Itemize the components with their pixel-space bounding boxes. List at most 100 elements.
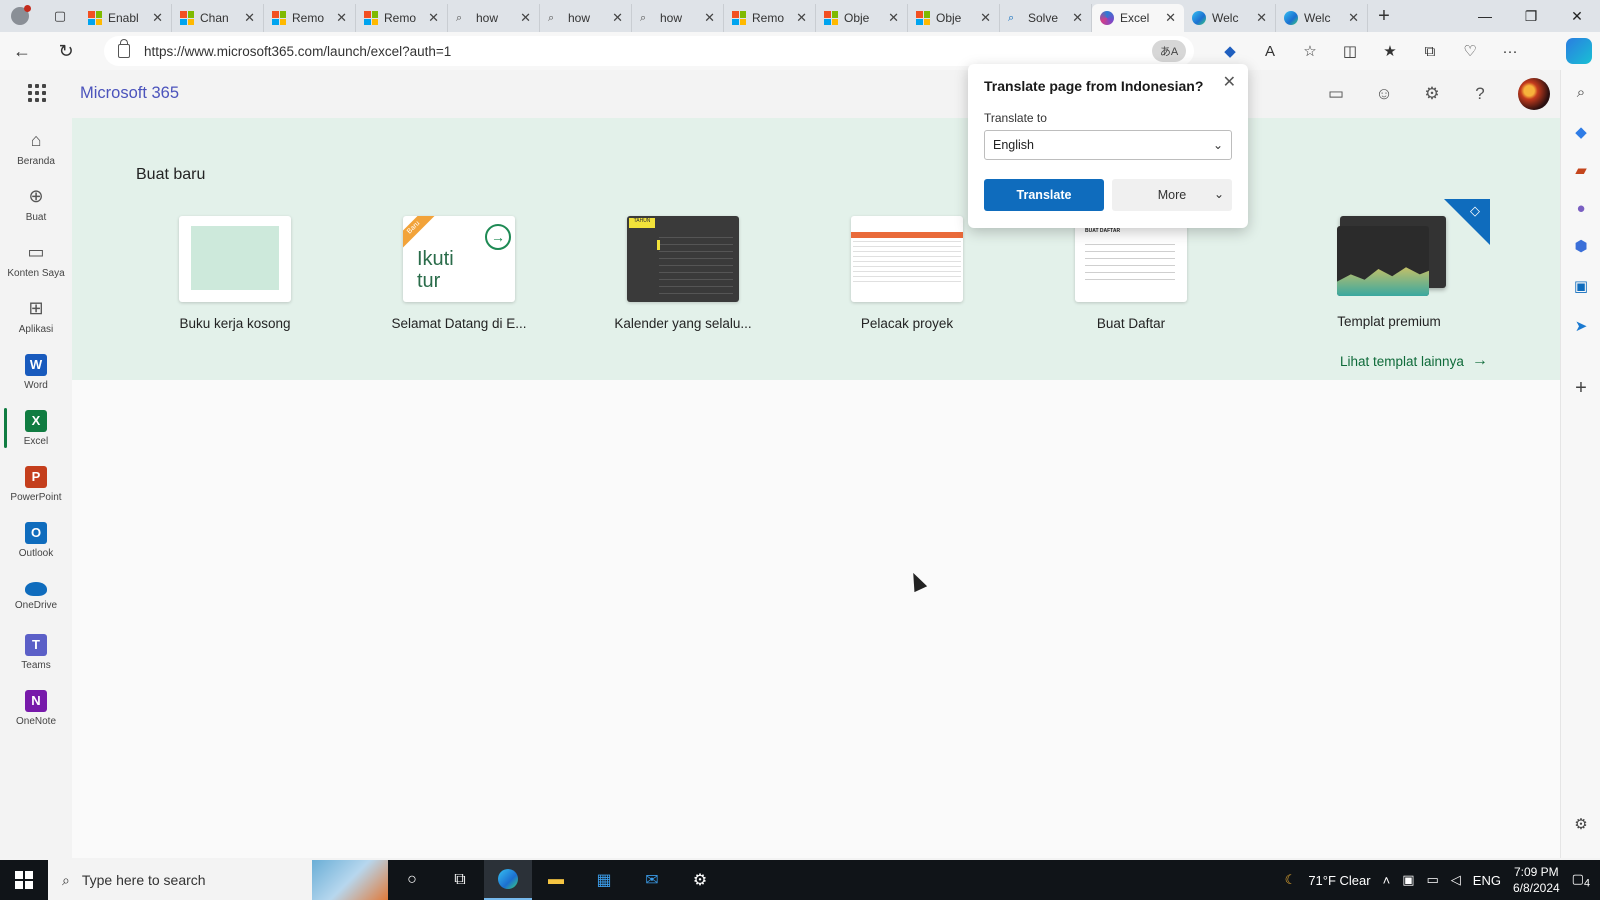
close-tab-icon[interactable]: ✕ (244, 10, 255, 26)
sidebar-people-icon[interactable]: ● (1571, 198, 1591, 218)
tab-actions-button[interactable]: ▢ (40, 0, 80, 32)
split-screen-icon[interactable]: ◫ (1330, 32, 1370, 70)
notification-icon[interactable]: ▢4 (1572, 871, 1590, 890)
browser-tab[interactable]: Enabl ✕ (80, 4, 172, 32)
sidebar-tools-icon[interactable]: ▰ (1571, 160, 1591, 180)
rail-item-teams[interactable]: T Teams (0, 624, 72, 680)
close-tab-icon[interactable]: ✕ (612, 10, 623, 26)
store-icon[interactable]: ▦ (580, 860, 628, 900)
close-tab-icon[interactable]: ✕ (428, 10, 439, 26)
close-tab-icon[interactable]: ✕ (980, 10, 991, 26)
browser-tab[interactable]: ⌕ how ✕ (540, 4, 632, 32)
browser-tab[interactable]: Excel ✕ (1092, 4, 1184, 32)
template-make-list[interactable]: BUAT DAFTAR Buat Daftar (1046, 216, 1216, 331)
settings-icon[interactable]: ⚙ (676, 860, 724, 900)
rail-item-onenote[interactable]: N OneNote (0, 680, 72, 736)
more-menu-icon[interactable]: ··· (1490, 32, 1530, 70)
browser-tab[interactable]: Remo ✕ (264, 4, 356, 32)
close-tab-icon[interactable]: ✕ (1072, 10, 1083, 26)
browser-tab[interactable]: Remo ✕ (356, 4, 448, 32)
sidebar-shopping-icon[interactable]: ◆ (1571, 122, 1591, 142)
favorites-icon[interactable]: ★ (1370, 32, 1410, 70)
profile-button[interactable] (0, 0, 40, 32)
close-tab-icon[interactable]: ✕ (796, 10, 807, 26)
network-icon[interactable]: ▭ (1426, 872, 1438, 888)
url-field[interactable]: https://www.microsoft365.com/launch/exce… (104, 36, 1194, 66)
mail-icon[interactable]: ✉ (628, 860, 676, 900)
rail-item-outlook[interactable]: O Outlook (0, 512, 72, 568)
close-tab-icon[interactable]: ✕ (520, 10, 531, 26)
sidebar-add-icon[interactable]: + (1571, 377, 1591, 399)
favorite-star-icon[interactable]: ☆ (1290, 32, 1330, 70)
browser-tab[interactable]: ⌕ how ✕ (632, 4, 724, 32)
close-tab-icon[interactable]: ✕ (1256, 10, 1267, 26)
template-blank-workbook[interactable]: Buku kerja kosong (150, 216, 320, 331)
template-project-tracker[interactable]: Pelacak proyek (822, 216, 992, 331)
feedback-smiley-icon[interactable]: ☺ (1368, 80, 1400, 108)
rail-item-folder[interactable]: ▭ Konten Saya (0, 232, 72, 288)
translate-button[interactable]: Translate (984, 179, 1104, 211)
browser-tab[interactable]: Remo ✕ (724, 4, 816, 32)
back-button[interactable]: ← (0, 32, 44, 70)
sidebar-m365-icon[interactable]: ⬢ (1571, 236, 1591, 256)
sidebar-outlook-icon[interactable]: ▣ (1571, 276, 1591, 296)
cortana-icon[interactable]: ○ (388, 860, 436, 900)
settings-gear-icon[interactable]: ⚙ (1416, 80, 1448, 108)
browser-tab[interactable]: ⌕ how ✕ (448, 4, 540, 32)
rail-item-onedrive[interactable]: OneDrive (0, 568, 72, 624)
rail-item-plus-circle[interactable]: ⊕ Buat (0, 176, 72, 232)
close-tab-icon[interactable]: ✕ (336, 10, 347, 26)
app-launcher-icon[interactable] (28, 84, 46, 102)
clock[interactable]: 7:09 PM 6/8/2024 (1513, 864, 1560, 896)
help-icon[interactable]: ? (1464, 80, 1496, 108)
rail-item-excel[interactable]: X Excel (0, 400, 72, 456)
sidebar-drop-icon[interactable]: ➤ (1571, 316, 1591, 336)
chevron-up-icon[interactable]: ˄ (1383, 873, 1391, 888)
minimize-button[interactable]: — (1462, 0, 1508, 32)
browser-tab[interactable]: ⌕ Solve ✕ (1000, 4, 1092, 32)
meet-now-icon[interactable]: ▣ (1402, 872, 1414, 888)
rail-item-word[interactable]: W Word (0, 344, 72, 400)
more-button[interactable]: More ⌄ (1112, 179, 1232, 211)
task-view-icon[interactable]: ⧉ (436, 860, 484, 900)
brand-title[interactable]: Microsoft 365 (80, 84, 179, 103)
browser-tab[interactable]: Obje ✕ (816, 4, 908, 32)
file-explorer-icon[interactable]: ▬ (532, 860, 580, 900)
weather-text[interactable]: 71°F Clear (1308, 873, 1370, 888)
browser-essentials-icon[interactable]: ♡ (1450, 32, 1490, 70)
sidebar-search-icon[interactable]: ⌕ (1571, 82, 1591, 102)
browser-tab[interactable]: Obje ✕ (908, 4, 1000, 32)
start-button[interactable] (0, 860, 48, 900)
edge-taskbar-icon[interactable] (484, 860, 532, 900)
lock-icon[interactable] (118, 39, 130, 58)
rail-item-home[interactable]: ⌂ Beranda (0, 120, 72, 176)
volume-icon[interactable]: ◁ (1451, 872, 1461, 888)
read-aloud-icon[interactable]: A (1250, 32, 1290, 70)
close-tab-icon[interactable]: ✕ (1165, 10, 1176, 26)
language-select[interactable]: English ⌄ (984, 130, 1232, 160)
video-icon[interactable]: ▭ (1320, 80, 1352, 108)
close-window-button[interactable]: ✕ (1554, 0, 1600, 32)
language-indicator[interactable]: ENG (1473, 873, 1501, 888)
more-templates-link[interactable]: Lihat templat lainnya → (1340, 352, 1488, 370)
rail-item-apps[interactable]: ⊞ Aplikasi (0, 288, 72, 344)
refresh-button[interactable]: ↻ (44, 32, 88, 70)
sidebar-settings-icon[interactable]: ⚙ (1571, 814, 1591, 834)
restore-button[interactable]: ❐ (1508, 0, 1554, 32)
browser-tab[interactable]: Welc ✕ (1276, 4, 1368, 32)
close-icon[interactable]: ✕ (1223, 72, 1236, 92)
browser-tab[interactable]: Welc ✕ (1184, 4, 1276, 32)
close-tab-icon[interactable]: ✕ (152, 10, 163, 26)
copilot-icon[interactable] (1566, 38, 1592, 64)
close-tab-icon[interactable]: ✕ (704, 10, 715, 26)
template-calendar[interactable]: TAHUN Kalender yang selalu... (598, 216, 768, 331)
weather-moon-icon[interactable]: ☾ (1285, 872, 1297, 888)
new-tab-button[interactable]: + (1368, 2, 1400, 30)
browser-tab[interactable]: Chan ✕ (172, 4, 264, 32)
close-tab-icon[interactable]: ✕ (888, 10, 899, 26)
taskbar-search[interactable]: ⌕ Type here to search (48, 860, 388, 900)
rail-item-powerpoint[interactable]: P PowerPoint (0, 456, 72, 512)
collections-icon[interactable]: ⧉ (1410, 32, 1450, 70)
template-welcome-tour[interactable]: Baru Ikuti tur → Selamat Datang di E... (374, 216, 544, 331)
translate-icon[interactable]: あA (1152, 40, 1186, 62)
